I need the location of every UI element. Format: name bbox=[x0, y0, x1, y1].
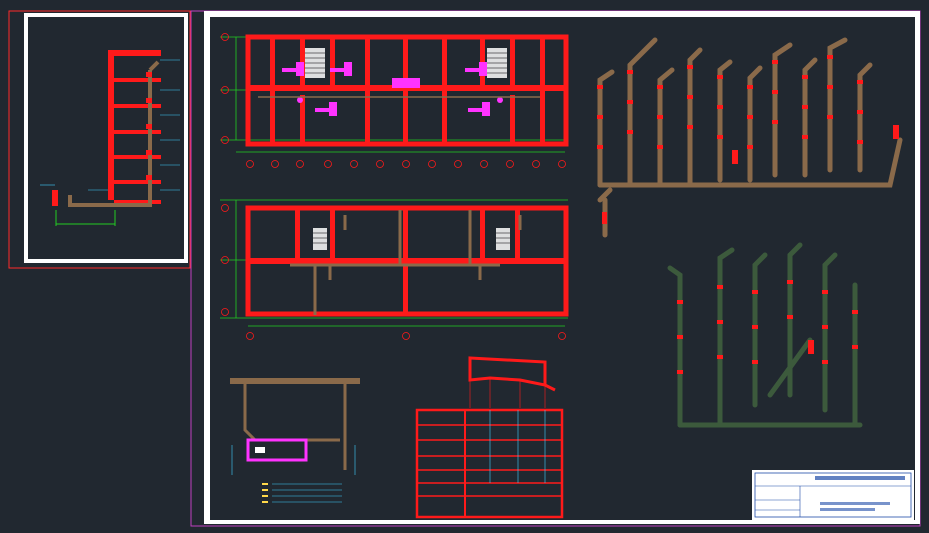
title-block bbox=[752, 470, 914, 520]
cad-drawing-canvas[interactable] bbox=[0, 0, 929, 533]
